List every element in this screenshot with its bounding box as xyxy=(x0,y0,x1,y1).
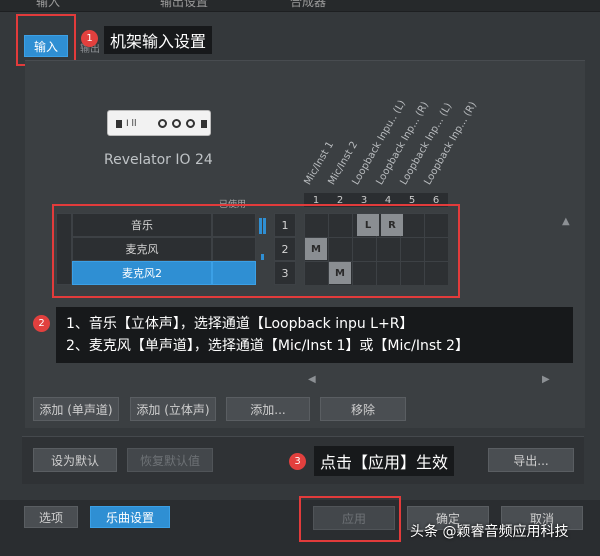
scroll-left-arrow[interactable]: ◀ xyxy=(308,374,316,385)
restore-default-button[interactable]: 恢复默认值 xyxy=(127,448,213,472)
step-badge-2: 2 xyxy=(33,315,50,332)
instruction-line-1: 1、音乐【立体声】，选择通道【Loopback inpu L+R】 xyxy=(66,316,414,332)
routing-instructions: 1、音乐【立体声】，选择通道【Loopback inpu L+R】 2、麦克风【… xyxy=(56,307,573,363)
instruction-line-2: 2、麦克风【单声道】，选择通道【Mic/Inst 1】或【Mic/Inst 2】 xyxy=(66,338,469,354)
options-button[interactable]: 选项 xyxy=(24,506,78,528)
export-button[interactable]: 导出... xyxy=(488,448,574,472)
add-button[interactable]: 添加... xyxy=(226,397,310,421)
callout-rack-input-settings: 机架输入设置 xyxy=(104,26,213,54)
audio-interface-icon: I ll xyxy=(107,110,211,136)
device-model-label: Revelator IO 24 xyxy=(104,152,213,168)
step-badge-1: 1 xyxy=(81,30,98,47)
set-default-button[interactable]: 设为默认 xyxy=(33,448,117,472)
top-tab-1[interactable]: 输入 xyxy=(36,0,60,10)
top-tab-2[interactable]: 输出设置 xyxy=(160,0,208,10)
top-tab-3[interactable]: 合成器 xyxy=(290,0,326,10)
top-tab-bar: 输入 输出设置 合成器 xyxy=(0,0,600,12)
scroll-up-arrow[interactable]: ▲ xyxy=(562,216,570,227)
add-stereo-button[interactable]: 添加 (立体声) xyxy=(130,397,216,421)
highlight-box-input-tab xyxy=(16,14,76,66)
scroll-right-arrow[interactable]: ▶ xyxy=(542,374,550,385)
highlight-box-routing xyxy=(52,204,460,298)
add-mono-button[interactable]: 添加 (单声道) xyxy=(33,397,119,421)
remove-button[interactable]: 移除 xyxy=(320,397,406,421)
highlight-box-apply xyxy=(299,496,401,542)
watermark: 头条 @颖睿音频应用科技 xyxy=(410,524,569,540)
song-settings-button[interactable]: 乐曲设置 xyxy=(90,506,170,528)
step-badge-3: 3 xyxy=(289,453,306,470)
callout-click-apply: 点击【应用】生效 xyxy=(314,446,455,476)
